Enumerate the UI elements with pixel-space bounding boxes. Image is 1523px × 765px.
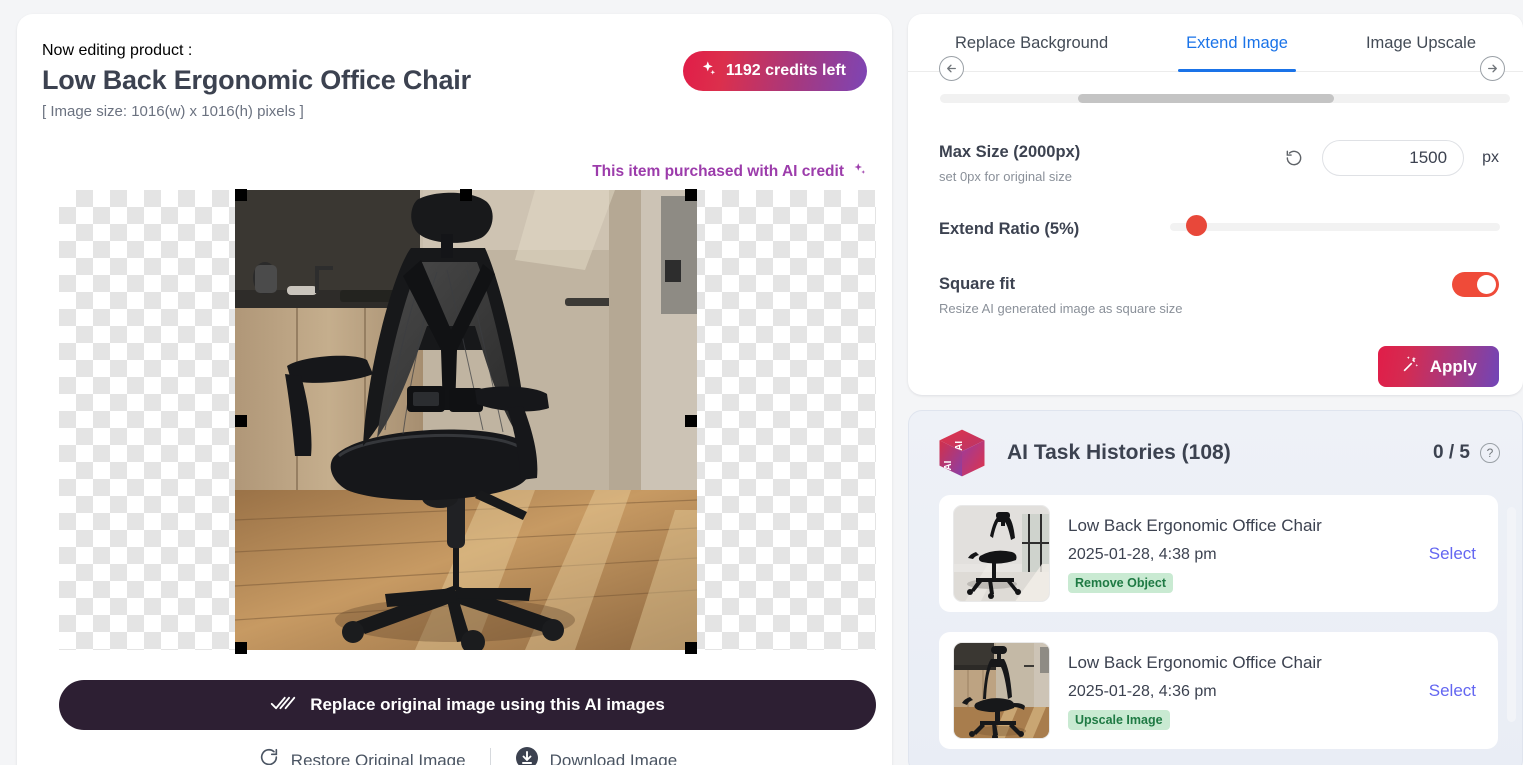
apply-button-label: Apply [1429,356,1477,376]
apply-button[interactable]: Apply [1377,346,1499,387]
sparkle-icon-small [852,162,867,182]
max-size-unit: px [1482,149,1499,166]
history-details: Low Back Ergonomic Office Chair 2025-01-… [1068,652,1429,730]
editor-card: Now editing product : Low Back Ergonomic… [17,14,892,765]
right-panel-column: Replace Background Extend Image Image Up… [908,14,1523,765]
histories-title: AI Task Histories (108) [1007,441,1231,464]
histories-header: AI AI AI Task Histories (108) 0 / 5 ? [909,411,1522,495]
ai-image-editor-page: Now editing product : Low Back Ergonomic… [0,0,1523,765]
resize-handle-top-right[interactable] [685,189,697,201]
histories-list[interactable]: Low Back Ergonomic Office Chair 2025-01-… [909,495,1522,765]
extend-ratio-label: Extend Ratio (5%) [939,220,1080,238]
svg-text:AI: AI [943,460,954,470]
history-date: 2025-01-28, 4:38 pm [1068,545,1217,563]
credits-badge-label: 1192 credits left [725,62,846,79]
extend-ratio-slider-thumb[interactable] [1186,215,1207,236]
svg-text:AI: AI [954,441,965,451]
tabs-scroll-left-button[interactable] [939,56,964,81]
double-check-icon [270,694,296,717]
histories-count: 0 / 5 [1433,442,1470,463]
restore-icon [258,747,280,765]
square-fit-toggle[interactable] [1452,272,1499,297]
resize-handle-top-left[interactable] [235,189,247,201]
history-thumbnail [953,505,1050,602]
purchased-note: This item purchased with AI credit [592,162,867,182]
history-date: 2025-01-28, 4:36 pm [1068,682,1217,700]
sparkle-icon [700,60,717,82]
tabs-scrollbar-thumb[interactable] [1078,94,1334,103]
square-fit-label: Square fit [939,275,1016,293]
restore-original-image-button[interactable]: Restore Original Image [234,747,490,765]
download-button-label: Download Image [549,750,678,765]
tabs-scroll-right-button[interactable] [1480,56,1505,81]
extend-ratio-slider-track[interactable] [1170,223,1500,231]
histories-scrollbar-thumb[interactable] [1507,507,1516,722]
history-details: Low Back Ergonomic Office Chair 2025-01-… [1068,515,1429,593]
image-size-text: [ Image size: 1016(w) x 1016(h) pixels ] [42,103,304,120]
resize-handle-middle-right[interactable] [685,415,697,427]
square-fit-hint: Resize AI generated image as square size [939,301,1183,316]
square-fit-row: Square fit Resize AI generated image as … [939,272,1499,318]
reset-max-size-icon[interactable] [1284,148,1304,168]
status-badge: Upscale Image [1068,709,1170,730]
status-badge: Remove Object [1068,572,1174,593]
download-image-button[interactable]: Download Image [491,746,702,765]
histories-scrollbar-track[interactable] [1507,507,1516,765]
resize-handle-bottom-right[interactable] [685,642,697,654]
magic-wand-icon [1400,355,1419,379]
image-canvas[interactable] [59,189,876,654]
select-history-link[interactable]: Select [1429,544,1476,564]
list-item[interactable]: Low Back Ergonomic Office Chair 2025-01-… [939,495,1498,612]
list-item[interactable]: Low Back Ergonomic Office Chair 2025-01-… [939,632,1498,749]
ai-cube-icon: AI AI [935,426,989,480]
resize-handle-bottom-left[interactable] [235,642,247,654]
tab-replace-background[interactable]: Replace Background [955,31,1108,71]
ai-task-histories-panel: AI AI AI Task Histories (108) 0 / 5 ? Lo… [908,410,1523,765]
credits-badge[interactable]: 1192 credits left [682,51,867,91]
history-thumbnail [953,642,1050,739]
tabs-scrollbar-track[interactable] [940,94,1510,103]
purchased-note-label: This item purchased with AI credit [592,163,844,180]
select-history-link[interactable]: Select [1429,681,1476,701]
max-size-hint: set 0px for original size [939,169,1072,184]
max-size-label: Max Size (2000px) [939,143,1081,161]
tab-image-upscale[interactable]: Image Upscale [1366,31,1476,71]
restore-button-label: Restore Original Image [290,750,466,765]
tab-extend-image[interactable]: Extend Image [1178,31,1296,72]
tool-settings-panel: Replace Background Extend Image Image Up… [908,14,1523,395]
max-size-row: Max Size (2000px) set 0px for original s… [939,140,1499,186]
replace-original-image-button[interactable]: Replace original image using this AI ima… [59,680,876,730]
product-image [235,190,697,650]
tool-tabs: Replace Background Extend Image Image Up… [908,14,1523,72]
history-title: Low Back Ergonomic Office Chair [1068,652,1322,672]
max-size-input[interactable] [1322,140,1465,176]
bottom-actions: Restore Original Image Download Image [59,746,876,765]
history-title: Low Back Ergonomic Office Chair [1068,515,1322,535]
download-icon [515,746,539,765]
resize-handle-top-center[interactable] [460,189,472,201]
replace-button-label: Replace original image using this AI ima… [310,695,665,714]
resize-handle-middle-left[interactable] [235,415,247,427]
help-icon[interactable]: ? [1480,443,1500,463]
